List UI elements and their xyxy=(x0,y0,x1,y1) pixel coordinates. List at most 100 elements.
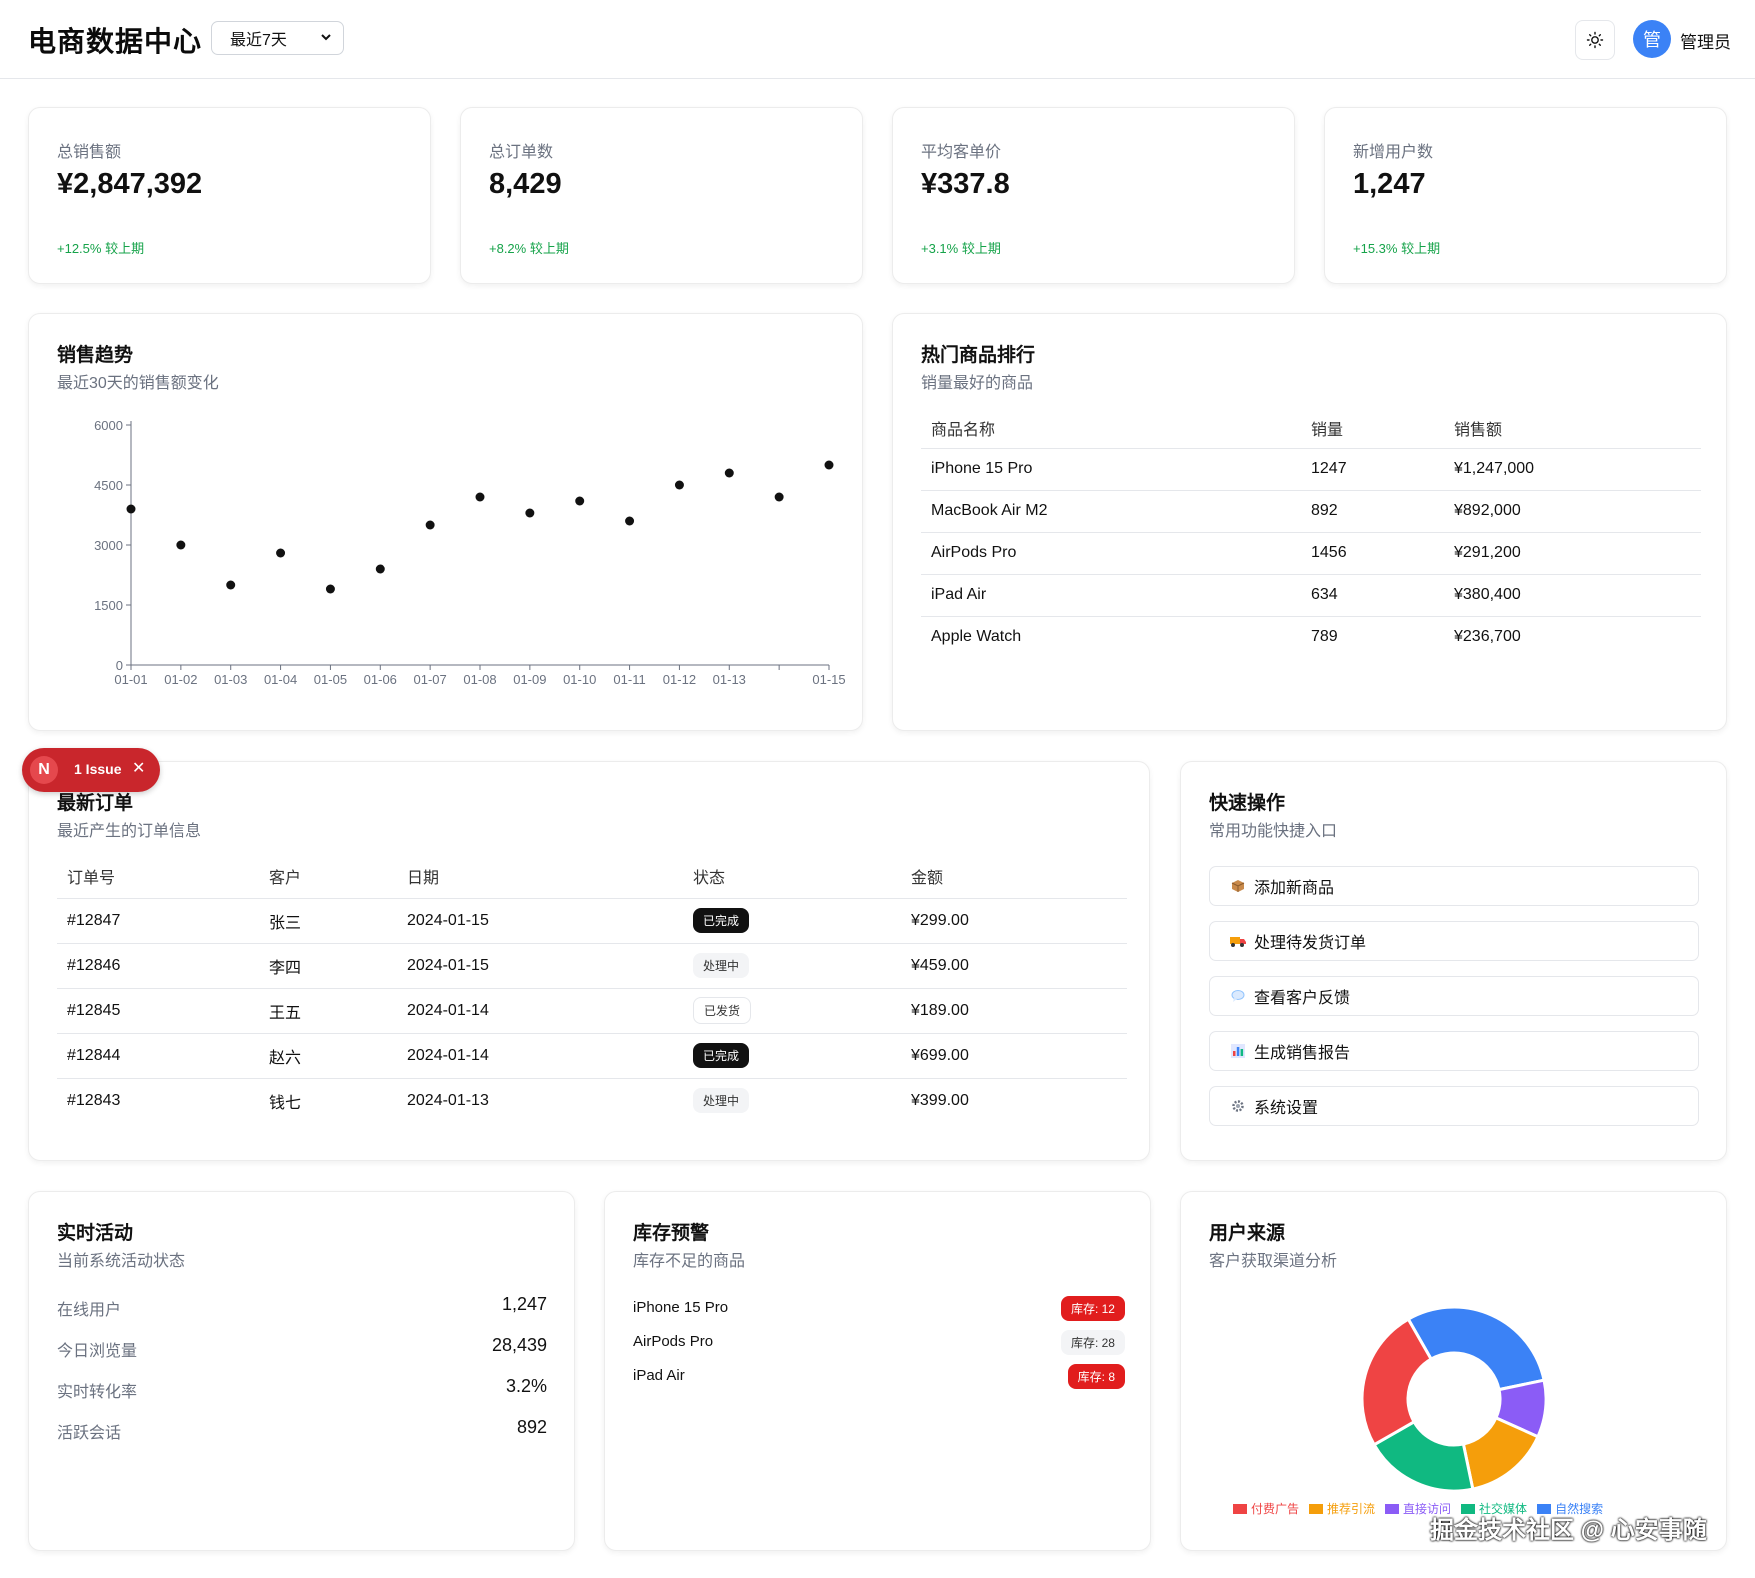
table-row: MacBook Air M2 892 ¥892,000 xyxy=(921,490,1701,533)
status-badge: 已完成 xyxy=(693,1043,750,1068)
card-title: 实时活动 xyxy=(57,1223,134,1244)
column-header: 状态 xyxy=(683,854,901,899)
product-name: iPad Air xyxy=(921,574,1301,617)
sun-icon xyxy=(1586,31,1604,49)
column-header: 订单号 xyxy=(57,854,259,899)
x-tick-label: 01-15 xyxy=(812,672,845,687)
issue-indicator[interactable]: N 1 Issue ✕ xyxy=(22,748,160,792)
data-point xyxy=(724,468,734,478)
order-amount: ¥299.00 xyxy=(901,898,1127,944)
watermark-text: 掘金技术社区 @ 心安事随 xyxy=(1430,1517,1707,1544)
close-icon[interactable]: ✕ xyxy=(132,758,145,778)
order-customer: 张三 xyxy=(259,898,397,944)
stat-value: 8,429 xyxy=(489,168,562,200)
metric-value: 28,439 xyxy=(491,1335,547,1355)
column-header: 销量 xyxy=(1301,408,1444,449)
table-row[interactable]: #12844 赵六 2024-01-14 已完成 ¥699.00 xyxy=(57,1033,1127,1079)
user-source-donut-chart xyxy=(1360,1305,1548,1492)
product-units: 892 xyxy=(1301,490,1444,533)
data-point xyxy=(425,520,435,530)
order-id: #12847 xyxy=(57,898,259,944)
table-row[interactable]: #12847 张三 2024-01-15 已完成 ¥299.00 xyxy=(57,898,1127,944)
table-row[interactable]: #12846 李四 2024-01-15 处理中 ¥459.00 xyxy=(57,943,1127,989)
table-row[interactable]: #12843 钱七 2024-01-13 处理中 ¥399.00 xyxy=(57,1078,1127,1123)
x-tick-label: 01-06 xyxy=(364,672,397,687)
product-units: 634 xyxy=(1301,574,1444,617)
y-tick-label: 4500 xyxy=(94,478,123,493)
product-revenue: ¥291,200 xyxy=(1444,532,1701,575)
legend-item[interactable]: 推荐引流 xyxy=(1309,1500,1375,1517)
product-units: 1247 xyxy=(1301,448,1444,491)
inventory-item[interactable]: iPad Air 库存: 8 xyxy=(633,1362,1125,1390)
data-point xyxy=(525,508,535,518)
status-badge: 处理中 xyxy=(693,1088,750,1114)
product-revenue: ¥892,000 xyxy=(1444,490,1701,533)
order-amount: ¥699.00 xyxy=(901,1033,1127,1079)
stat-delta: +15.3% 较上期 xyxy=(1353,241,1441,256)
view-feedback-button[interactable]: 查看客户反馈 xyxy=(1209,976,1699,1016)
process-orders-button[interactable]: 处理待发货订单 xyxy=(1209,921,1699,961)
stat-label: 总销售额 xyxy=(57,144,122,161)
action-label: 添加新商品 xyxy=(1254,880,1335,897)
order-date: 2024-01-14 xyxy=(397,988,683,1034)
product-revenue: ¥1,247,000 xyxy=(1444,448,1701,491)
inventory-item[interactable]: AirPods Pro 库存: 28 xyxy=(633,1328,1125,1356)
status-badge: 处理中 xyxy=(693,953,750,978)
sales-trend-card: 销售趋势 最近30天的销售额变化 0 1500 3000 4500 6000 01-01 0… xyxy=(28,313,863,731)
user-name[interactable]: 管理员 xyxy=(1680,28,1731,53)
x-tick-label: 01-12 xyxy=(663,672,696,687)
inventory-product-name: AirPods Pro xyxy=(633,1333,714,1350)
column-header: 商品名称 xyxy=(921,408,1301,449)
inventory-product-name: iPad Air xyxy=(633,1367,685,1384)
x-tick-label: 01-02 xyxy=(164,672,197,687)
x-tick-label: 01-01 xyxy=(114,672,147,687)
avatar[interactable]: 管 xyxy=(1633,20,1671,58)
table-row[interactable]: #12845 王五 2024-01-14 已发货 ¥189.00 xyxy=(57,988,1127,1034)
x-tick-label: 01-07 xyxy=(414,672,447,687)
add-product-button[interactable]: 添加新商品 xyxy=(1209,866,1699,906)
theme-toggle-button[interactable] xyxy=(1575,20,1615,60)
stat-label: 新增用户数 xyxy=(1353,144,1434,161)
y-tick-label: 1500 xyxy=(94,598,123,613)
data-point xyxy=(575,496,585,506)
stat-card-avg-order: 平均客单价 ¥337.8 +3.1% 较上期 xyxy=(892,107,1295,284)
legend-item[interactable]: 付费广告 xyxy=(1233,1500,1299,1517)
generate-report-button[interactable]: 生成销售报告 xyxy=(1209,1031,1699,1071)
data-point xyxy=(176,540,186,550)
metric-value: 1,247 xyxy=(501,1294,547,1314)
metric-row: 今日浏览量 28,439 xyxy=(57,1335,547,1360)
metric-value: 892 xyxy=(516,1417,547,1437)
card-title: 库存预警 xyxy=(633,1223,710,1244)
x-tick-label: 01-13 xyxy=(713,672,746,687)
order-customer: 王五 xyxy=(259,988,397,1034)
inventory-item[interactable]: iPhone 15 Pro 库存: 12 xyxy=(633,1294,1125,1322)
top-products-table: 商品名称 销量 销售额 iPhone 15 Pro 1247 ¥1,247,00… xyxy=(921,408,1701,658)
status-badge: 已完成 xyxy=(693,908,750,933)
card-subtitle: 最近产生的订单信息 xyxy=(57,823,202,840)
stat-delta: +3.1% 较上期 xyxy=(921,241,1001,256)
x-tick-label: 01-11 xyxy=(613,672,645,687)
stat-label: 总订单数 xyxy=(489,144,554,161)
product-units: 789 xyxy=(1311,628,1338,646)
table-row: AirPods Pro 1456 ¥291,200 xyxy=(921,532,1701,575)
action-label: 生成销售报告 xyxy=(1254,1045,1351,1062)
order-date: 2024-01-13 xyxy=(407,1091,489,1109)
bar-chart-icon xyxy=(1230,1043,1246,1059)
order-date: 2024-01-15 xyxy=(397,898,683,944)
stat-label: 平均客单价 xyxy=(921,144,1002,161)
column-header: 金额 xyxy=(901,854,1127,899)
sales-trend-chart: 0 1500 3000 4500 6000 01-01 01-02 01-03 01-04 01-… xyxy=(94,418,846,687)
table-row: iPhone 15 Pro 1247 ¥1,247,000 xyxy=(921,448,1701,491)
column-header: 日期 xyxy=(397,854,683,899)
system-settings-button[interactable]: 系统设置 xyxy=(1209,1086,1699,1126)
issue-count: 1 Issue xyxy=(74,761,122,777)
date-range-select[interactable]: 最近7天 xyxy=(211,21,344,55)
data-point xyxy=(226,580,236,590)
table-row: iPad Air 634 ¥380,400 xyxy=(921,574,1701,617)
stat-card-new-users: 新增用户数 1,247 +15.3% 较上期 xyxy=(1324,107,1727,284)
gear-icon xyxy=(1230,1098,1246,1114)
stat-card-total-sales: 总销售额 ¥2,847,392 +12.5% 较上期 xyxy=(28,107,431,284)
data-point xyxy=(375,564,385,574)
data-point xyxy=(475,492,485,502)
stock-badge: 库存: 8 xyxy=(1067,1364,1125,1389)
